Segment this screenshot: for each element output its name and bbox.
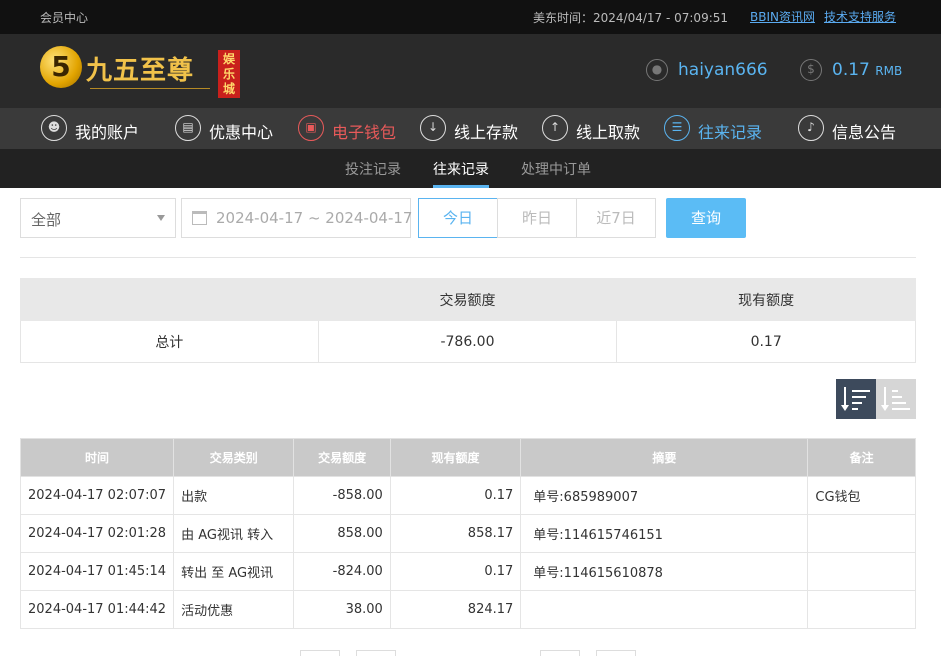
pagination-button[interactable] <box>356 650 396 656</box>
pagination-button[interactable] <box>300 650 340 656</box>
user-icon: ☻ <box>41 115 67 141</box>
cell-time: 2024-04-17 01:44:42 <box>19 590 175 629</box>
summary-table: 交易额度 现有额度 总计 -786.00 0.17 <box>20 278 916 363</box>
sort-descending-button[interactable] <box>836 379 876 419</box>
sub-nav: 投注记录 往来记录 处理中订单 <box>0 149 941 188</box>
withdraw-icon: ↑ <box>542 115 568 141</box>
logo-name: 九五至尊 <box>86 56 195 86</box>
table-row: 2024-04-17 01:45:14 转出 至 AG视讯 -824.00 0.… <box>19 552 916 591</box>
member-center-label: 会员中心 <box>40 11 89 25</box>
cell-summary: 单号:114615610878 <box>520 552 809 591</box>
records-header-row: 时间 交易类别 交易额度 现有额度 摘要 备注 <box>19 438 916 477</box>
records-table: 时间 交易类别 交易额度 现有额度 摘要 备注 2024-04-17 02:07… <box>19 438 916 629</box>
table-row: 2024-04-17 01:44:42 活动优惠 38.00 824.17 <box>19 590 916 629</box>
calendar-icon <box>192 211 207 225</box>
cell-type: 活动优惠 <box>173 590 295 629</box>
column-header-amount: 交易额度 <box>293 438 391 477</box>
balance-unit: RMB <box>875 64 903 78</box>
cell-type: 由 AG视讯 转入 <box>173 514 295 553</box>
summary-header-row: 交易额度 现有额度 <box>20 278 916 321</box>
cell-remark: CG钱包 <box>807 476 916 515</box>
cell-balance: 0.17 <box>389 476 522 515</box>
type-select-value: 全部 <box>31 211 62 229</box>
bbin-news-link[interactable]: BBIN资讯网 <box>750 8 815 25</box>
date-range-input[interactable]: 2024-04-17 ~ 2024-04-17 <box>181 198 413 238</box>
chevron-down-icon <box>157 215 165 221</box>
date-range-value: 2024-04-17 ~ 2024-04-17 <box>216 209 413 227</box>
column-header-summary: 摘要 <box>520 438 809 477</box>
cell-summary: 单号:114615746151 <box>520 514 809 553</box>
cell-type: 出款 <box>173 476 295 515</box>
tech-support-link[interactable]: 技术支持服务 <box>824 8 896 25</box>
tab-transaction-records[interactable]: 往来记录 <box>433 159 489 188</box>
user-icon: ● <box>646 59 668 81</box>
cell-balance: 858.17 <box>389 514 522 553</box>
sort-ascending-button[interactable] <box>876 379 916 419</box>
column-header-time: 时间 <box>19 438 175 477</box>
summary-row: 总计 -786.00 0.17 <box>20 320 916 363</box>
tab-pending-orders[interactable]: 处理中订单 <box>521 159 591 188</box>
column-header-remark: 备注 <box>807 438 916 477</box>
tab-bet-records[interactable]: 投注记录 <box>345 159 401 188</box>
query-button[interactable]: 查询 <box>666 198 746 238</box>
table-row: 2024-04-17 02:07:07 出款 -858.00 0.17 单号:6… <box>19 476 916 515</box>
yesterday-button[interactable]: 昨日 <box>497 198 577 238</box>
cell-summary: 单号:685989007 <box>520 476 809 515</box>
header: 5 九五至尊 娱乐城 ● haiyan666 $ 0.17 RMB <box>0 34 941 108</box>
summary-header: 现有额度 <box>616 278 916 321</box>
pagination-button[interactable] <box>596 650 636 656</box>
summary-header: 交易额度 <box>317 278 618 321</box>
cell-remark <box>807 590 916 629</box>
summary-cell: 总计 <box>20 320 319 363</box>
top-bar: 会员中心 美东时间：2024/04/17 - 07:09:51 BBIN资讯网 … <box>0 0 941 34</box>
bell-icon: ♪ <box>798 115 824 141</box>
cell-remark <box>807 514 916 553</box>
username: haiyan666 <box>678 60 768 80</box>
today-button[interactable]: 今日 <box>418 198 498 238</box>
logo-coin-icon: 5 <box>40 46 82 88</box>
divider <box>20 257 916 258</box>
logo[interactable]: 5 九五至尊 娱乐城 <box>40 44 240 98</box>
cell-amount: 858.00 <box>293 514 391 553</box>
column-header-balance: 现有额度 <box>389 438 522 477</box>
wallet-icon: ▣ <box>298 115 324 141</box>
main-nav: ☻ 我的账户 ▤ 优惠中心 ▣ 电子钱包 ↓ 线上存款 ↑ 线上取款 ☰ 往来记… <box>0 108 941 149</box>
summary-cell: 0.17 <box>616 320 916 363</box>
cell-time: 2024-04-17 02:01:28 <box>19 514 175 553</box>
cell-time: 2024-04-17 02:07:07 <box>19 476 175 515</box>
cell-amount: 38.00 <box>293 590 391 629</box>
last-7-days-button[interactable]: 近7日 <box>576 198 656 238</box>
cell-summary <box>520 590 809 629</box>
cell-balance: 0.17 <box>389 552 522 591</box>
cell-type: 转出 至 AG视讯 <box>173 552 295 591</box>
type-select[interactable]: 全部 <box>20 198 176 238</box>
balance-value: 0.17 <box>832 60 870 80</box>
column-header-type: 交易类别 <box>173 438 295 477</box>
cell-balance: 824.17 <box>389 590 522 629</box>
logo-ornament <box>90 88 210 98</box>
cell-time: 2024-04-17 01:45:14 <box>19 552 175 591</box>
cell-amount: -858.00 <box>293 476 391 515</box>
table-row: 2024-04-17 02:01:28 由 AG视讯 转入 858.00 858… <box>19 514 916 553</box>
summary-header <box>20 278 319 321</box>
cell-remark <box>807 552 916 591</box>
cell-amount: -824.00 <box>293 552 391 591</box>
gift-icon: ▤ <box>175 115 201 141</box>
pagination-button[interactable] <box>540 650 580 656</box>
eastern-time: 美东时间：2024/04/17 - 07:09:51 <box>533 11 729 25</box>
deposit-icon: ↓ <box>420 115 446 141</box>
logo-tag: 娱乐城 <box>218 50 240 98</box>
dollar-icon: $ <box>800 59 822 81</box>
records-icon: ☰ <box>664 115 690 141</box>
summary-cell: -786.00 <box>317 320 618 363</box>
